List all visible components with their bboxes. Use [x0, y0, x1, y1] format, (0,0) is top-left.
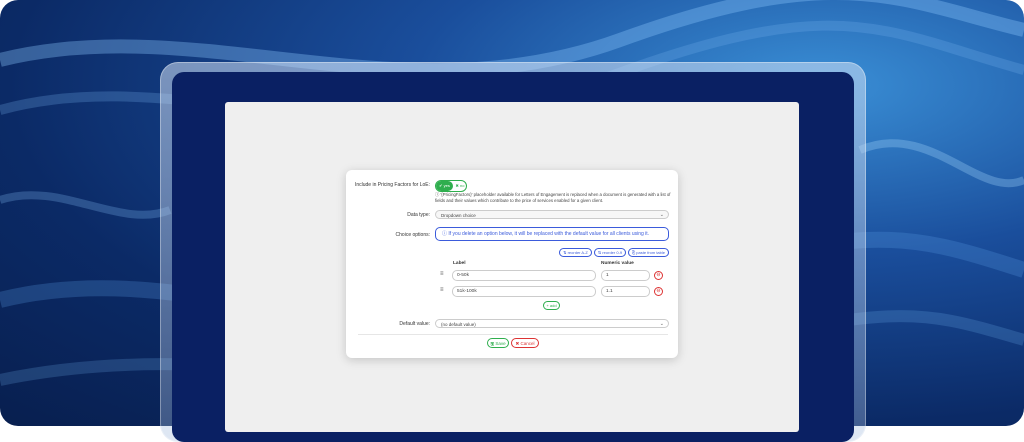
cancel-button[interactable]: ✖ Cancel — [511, 338, 539, 348]
default-value-select[interactable]: (no default value) ⌄ — [435, 319, 669, 328]
delete-option-icon[interactable]: ⊖ — [654, 287, 663, 296]
data-type-label: Data type: — [407, 212, 430, 218]
data-type-select[interactable]: Dropdown choice ⌄ — [435, 210, 669, 219]
chevron-down-icon: ⌄ — [659, 321, 664, 327]
include-pricing-toggle[interactable]: ✔ yes ✖ no — [435, 180, 467, 192]
data-type-value: Dropdown choice — [441, 213, 476, 218]
reorder-09-button[interactable]: ⇅ reorder 0-9 — [594, 248, 626, 257]
default-value-label: Default value: — [399, 321, 430, 327]
option-numeric-input[interactable]: 1 — [601, 270, 650, 281]
choice-options-label: Choice options: — [395, 232, 430, 238]
reorder-az-button[interactable]: ⇅ reorder A-Z — [559, 248, 592, 257]
label-column-header: Label — [453, 261, 466, 266]
divider — [358, 334, 668, 335]
toggle-yes[interactable]: ✔ yes — [436, 181, 453, 191]
add-option-button[interactable]: + add — [543, 301, 560, 310]
option-label-input[interactable]: 51k-100k — [452, 286, 596, 297]
drag-handle-icon[interactable]: ≡ — [440, 271, 444, 277]
default-value-text: (no default value) — [441, 322, 476, 327]
delete-warning-alert: ⓘ If you delete an option below, it will… — [435, 227, 669, 241]
delete-option-icon[interactable]: ⊖ — [654, 271, 663, 280]
numeric-column-header: Numeric value — [601, 261, 634, 266]
toggle-no[interactable]: ✖ no — [454, 181, 466, 191]
save-button[interactable]: 🖫 Save — [487, 338, 509, 348]
drag-handle-icon[interactable]: ≡ — [440, 287, 444, 293]
option-numeric-input[interactable]: 1.1 — [601, 286, 650, 297]
paste-from-table-button[interactable]: ⎘ paste from table — [628, 248, 669, 257]
option-label-input[interactable]: 0-50k — [452, 270, 596, 281]
chevron-down-icon: ⌄ — [659, 212, 664, 218]
include-pricing-label: Include in Pricing Factors for LoE: — [354, 182, 430, 188]
pricing-help-text: ⓘ '{PricingFactors}' placeholder availab… — [435, 192, 671, 203]
